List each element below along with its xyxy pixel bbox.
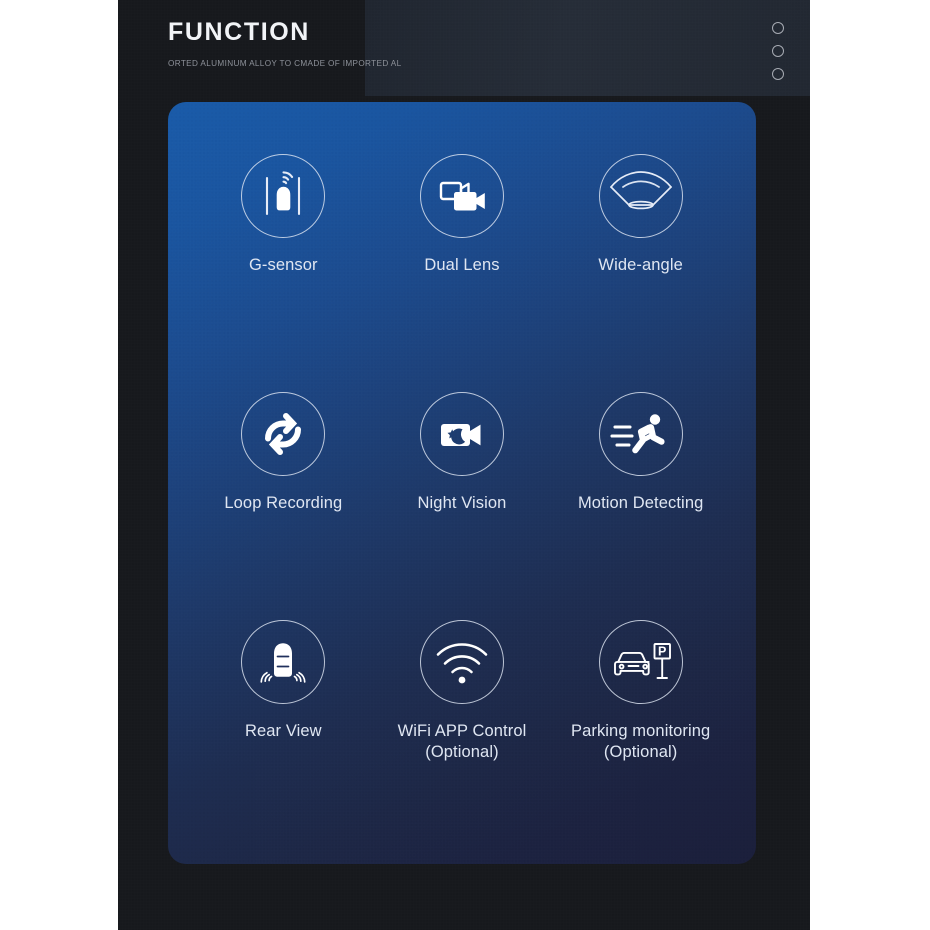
feature-item-loop-recording: Loop Recording — [194, 368, 373, 606]
car-gsensor-icon — [241, 154, 326, 238]
svg-text:P: P — [658, 644, 666, 658]
feature-item-g-sensor: G-sensor — [194, 130, 373, 368]
feature-item-parking-monitoring: P Parking monitoring (Optional) — [551, 606, 730, 844]
feature-item-motion-detecting: Motion Detecting — [551, 368, 730, 606]
feature-grid: G-sensor Dual Lens Wide-angle Loop Recor… — [168, 102, 756, 864]
feature-label: Motion Detecting — [577, 494, 704, 512]
feature-item-wifi-app-control: WiFi APP Control (Optional) — [373, 606, 552, 844]
camera-moon-star-icon — [419, 392, 504, 476]
feature-item-dual-lens: Dual Lens — [373, 130, 552, 368]
running-person-icon — [598, 392, 683, 476]
header: FUNCTION ORTED ALUMINUM ALLOY TO CMADE O… — [168, 18, 688, 69]
decorative-circle-icon — [772, 45, 784, 57]
car-parking-sign-icon: P — [598, 620, 683, 704]
feature-item-wide-angle: Wide-angle — [551, 130, 730, 368]
feature-label: Wide-angle — [598, 256, 683, 274]
feature-label: WiFi APP Control (Optional) — [397, 722, 527, 761]
feature-item-rear-view: Rear View — [194, 606, 373, 844]
loop-arrows-icon — [241, 392, 326, 476]
feature-label: Night Vision — [417, 494, 507, 512]
wifi-signal-icon — [419, 620, 504, 704]
feature-label: Parking monitoring (Optional) — [570, 722, 711, 761]
feature-label: Rear View — [244, 722, 322, 740]
page-title: FUNCTION — [168, 18, 310, 46]
feature-label: Loop Recording — [224, 494, 343, 512]
wide-angle-lens-icon — [598, 154, 683, 238]
car-rear-waves-icon — [241, 620, 326, 704]
feature-label: G-sensor — [249, 256, 318, 274]
decorative-circle-icon — [772, 22, 784, 34]
decorative-circle-icon — [772, 68, 784, 80]
decorative-dots-group — [772, 22, 784, 80]
page-subtitle: ORTED ALUMINUM ALLOY TO CMADE OF IMPORTE… — [168, 59, 402, 68]
page-root: FUNCTION ORTED ALUMINUM ALLOY TO CMADE O… — [0, 0, 930, 930]
feature-panel: G-sensor Dual Lens Wide-angle Loop Recor… — [168, 102, 756, 864]
feature-item-night-vision: Night Vision — [373, 368, 552, 606]
dual-camera-icon — [419, 154, 504, 238]
feature-label: Dual Lens — [424, 256, 500, 274]
